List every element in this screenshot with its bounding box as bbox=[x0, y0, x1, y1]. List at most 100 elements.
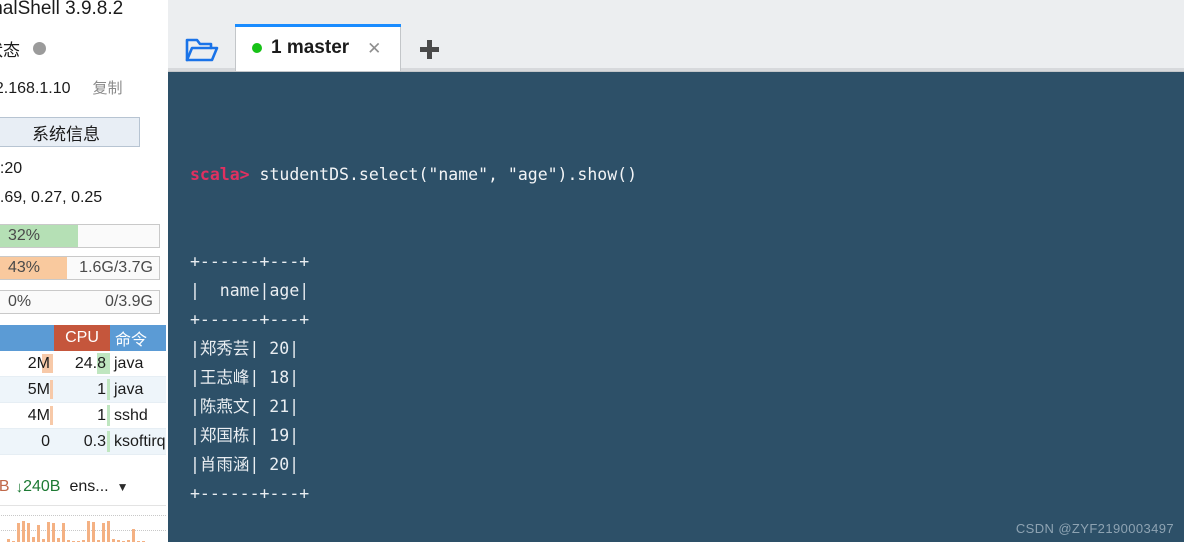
process-memory-cell: 0 bbox=[0, 428, 54, 455]
app-title: inalShell 3.9.8.2 bbox=[0, 0, 124, 19]
status-label: 状态 bbox=[0, 41, 20, 60]
network-chart-bar bbox=[27, 523, 30, 542]
process-command-value: java bbox=[114, 380, 144, 398]
load-average-value: 0.69, 0.27, 0.25 bbox=[0, 189, 103, 206]
memory-bar bbox=[50, 406, 53, 425]
process-command-cell: java bbox=[110, 376, 166, 403]
terminal-output-line: |肖雨涵| 20| bbox=[190, 455, 300, 474]
close-icon[interactable]: ✕ bbox=[367, 40, 381, 57]
process-cpu-cell: 24.8 bbox=[54, 351, 110, 377]
process-cpu-value: 1 bbox=[97, 380, 106, 398]
memory-usage-gauge: 43% 1.6G/3.7G bbox=[0, 256, 160, 280]
status-dot-icon bbox=[33, 42, 46, 55]
tab-connected-dot-icon bbox=[252, 43, 262, 53]
process-memory-value: 0 bbox=[41, 432, 50, 450]
memory-gauge-percent: 43% bbox=[8, 259, 41, 276]
process-cpu-value: 24.8 bbox=[74, 354, 106, 372]
process-command-value: ksoftirqd bbox=[114, 432, 166, 450]
process-memory-cell: 5M bbox=[0, 376, 54, 403]
table-row[interactable]: 5M 1 java bbox=[0, 376, 166, 403]
process-cpu-cell: 1 bbox=[54, 376, 110, 403]
network-chart-bar bbox=[57, 538, 60, 542]
swap-gauge-value: 0/3.9G bbox=[104, 293, 153, 310]
main-pane: 1 master ✕ scala> studentDS.select("name… bbox=[168, 0, 1184, 542]
process-command-cell: sshd bbox=[110, 402, 166, 429]
process-col-cpu[interactable]: CPU bbox=[54, 325, 110, 351]
sidebar: inalShell 3.9.8.2 状态 92.168.1.10 复制 系统信息… bbox=[0, 0, 168, 542]
terminal-output-line: +------+---+ bbox=[190, 252, 310, 271]
network-chart-bar bbox=[32, 537, 35, 542]
process-command-cell: java bbox=[110, 351, 166, 377]
tab-bar: 1 master ✕ bbox=[168, 0, 1184, 72]
tab-1-master[interactable]: 1 master ✕ bbox=[235, 24, 401, 71]
process-command-value: sshd bbox=[114, 406, 148, 424]
swap-usage-gauge: 0% 0/3.9G bbox=[0, 290, 160, 314]
chevron-down-icon[interactable]: ▼ bbox=[117, 480, 129, 494]
swap-gauge-percent: 0% bbox=[8, 293, 32, 310]
network-chart-bar bbox=[52, 523, 55, 542]
network-chart-bar bbox=[87, 521, 90, 542]
network-chart-bar bbox=[47, 522, 50, 542]
terminal-lines: scala> studentDS.select("name", "age").s… bbox=[190, 102, 1184, 542]
terminal-prompt: scala> bbox=[190, 165, 250, 184]
terminal-output-line: |郑秀芸| 20| bbox=[190, 339, 300, 358]
terminal-output-line: |郑国栋| 19| bbox=[190, 426, 300, 445]
plus-icon bbox=[419, 39, 439, 59]
table-row[interactable]: 2M 24.8 java bbox=[0, 351, 166, 377]
network-traffic-row: 3B ↓ 240B ens... ▼ bbox=[0, 478, 168, 496]
memory-bar bbox=[50, 380, 53, 399]
network-upload-value: 3B bbox=[0, 478, 10, 495]
process-col-memory[interactable] bbox=[0, 325, 54, 351]
new-tab-button[interactable] bbox=[407, 27, 451, 71]
memory-gauge-value: 1.6G/3.7G bbox=[79, 259, 153, 276]
network-chart-bar bbox=[22, 521, 25, 542]
terminal-output-line: +------+---+ bbox=[190, 484, 310, 503]
process-memory-cell: 2M bbox=[0, 351, 54, 377]
tab-label: 1 master bbox=[271, 37, 350, 58]
process-memory-value: 5M bbox=[27, 380, 50, 398]
process-table: CPU 命令 2M 24.8 java 5M 1 java 4M 1 sshd 0 0.3 ksoft… bbox=[0, 325, 166, 455]
network-chart-bar bbox=[37, 525, 40, 542]
process-cpu-cell: 1 bbox=[54, 402, 110, 429]
network-chart-bar bbox=[62, 523, 65, 542]
cpu-gauge-percent: 32% bbox=[8, 227, 41, 244]
terminal-output-line: | name|age| bbox=[190, 281, 310, 300]
table-row[interactable]: 0 0.3 ksoftirqd bbox=[0, 428, 166, 455]
process-memory-cell: 4M bbox=[0, 402, 54, 429]
terminal-output-line: |王志峰| 18| bbox=[190, 368, 300, 387]
terminal-output-area[interactable]: scala> studentDS.select("name", "age").s… bbox=[168, 72, 1184, 542]
process-command-value: java bbox=[114, 354, 144, 372]
network-interface-label[interactable]: ens... bbox=[69, 478, 108, 496]
process-command-cell: ksoftirqd bbox=[110, 428, 166, 455]
network-chart-bar bbox=[102, 523, 105, 542]
open-folder-button[interactable] bbox=[168, 27, 235, 71]
network-chart-bar bbox=[132, 529, 135, 542]
cpu-usage-gauge: 32% bbox=[0, 224, 160, 248]
finalshell-window: inalShell 3.9.8.2 状态 92.168.1.10 复制 系统信息… bbox=[0, 0, 1184, 542]
table-row[interactable]: 4M 1 sshd bbox=[0, 402, 166, 429]
network-chart-bar bbox=[107, 521, 110, 542]
process-memory-value: 2M bbox=[27, 354, 50, 372]
download-arrow-icon: ↓ bbox=[15, 478, 24, 496]
process-col-command[interactable]: 命令 bbox=[110, 325, 166, 351]
network-chart-bars bbox=[2, 508, 166, 542]
process-cpu-cell: 0.3 bbox=[54, 428, 110, 455]
network-traffic-chart bbox=[0, 505, 166, 542]
tab-system-info[interactable]: 系统信息 bbox=[0, 117, 140, 147]
connection-status: 状态 bbox=[0, 36, 46, 61]
watermark: CSDN @ZYF2190003497 bbox=[1015, 521, 1174, 536]
host-ip: 92.168.1.10 bbox=[0, 80, 71, 97]
process-cpu-value: 1 bbox=[97, 406, 106, 424]
network-download-value: 240B bbox=[23, 478, 61, 495]
terminal-output-line: +------+---+ bbox=[190, 310, 310, 329]
terminal-command: studentDS.select("name", "age").show() bbox=[249, 165, 638, 184]
folder-open-icon bbox=[185, 38, 218, 61]
terminal-output-line: |陈燕文| 21| bbox=[190, 397, 300, 416]
process-cpu-value: 0.3 bbox=[83, 432, 106, 450]
terminal-output-block: +------+---+ | name|age| +------+---+ |郑秀芸|… bbox=[190, 247, 1184, 508]
copy-button[interactable]: 复制 bbox=[93, 77, 123, 98]
network-chart-bar bbox=[92, 522, 95, 542]
process-table-header-row: CPU 命令 bbox=[0, 325, 166, 351]
host-address-row: 92.168.1.10 复制 bbox=[0, 77, 168, 98]
network-chart-bar bbox=[17, 523, 20, 542]
